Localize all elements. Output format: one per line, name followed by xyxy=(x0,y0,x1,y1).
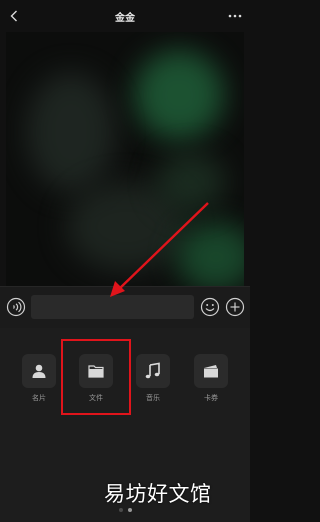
emoji-button[interactable] xyxy=(200,297,220,317)
message-input[interactable] xyxy=(31,295,194,319)
tool-icon-tile xyxy=(136,354,170,388)
tool-label: 音乐 xyxy=(146,395,160,402)
title-bar: 金金 xyxy=(0,0,250,32)
tool-icon-tile xyxy=(22,354,56,388)
emoji-icon xyxy=(200,297,220,317)
chat-area[interactable] xyxy=(6,32,244,286)
watermark-text: 易坊好文馆 xyxy=(104,482,212,506)
blurred-background xyxy=(176,222,244,286)
blurred-background xyxy=(156,152,226,212)
more-button[interactable] xyxy=(226,8,244,24)
page-dot xyxy=(118,508,123,512)
back-button[interactable] xyxy=(6,7,22,25)
input-bar xyxy=(0,286,250,329)
music-note-icon xyxy=(145,362,160,379)
chevron-left-icon xyxy=(10,10,17,22)
voice-icon xyxy=(6,297,26,317)
plus-circle-icon xyxy=(225,297,245,317)
tool-music[interactable]: 音乐 xyxy=(135,354,171,403)
tool-coupon[interactable]: 卡券 xyxy=(193,354,229,403)
add-button[interactable] xyxy=(225,297,245,317)
tool-icon-tile xyxy=(194,354,228,388)
page-indicator xyxy=(0,508,250,514)
page-dot-active xyxy=(127,508,132,512)
tool-contact-card[interactable]: 名片 xyxy=(21,354,57,403)
voice-button[interactable] xyxy=(6,297,26,317)
person-card-icon xyxy=(32,364,46,378)
blurred-background xyxy=(26,72,116,192)
tool-label: 卡券 xyxy=(204,395,218,402)
chat-title: 金金 xyxy=(115,13,135,24)
highlight-box xyxy=(61,339,131,415)
ellipsis-icon xyxy=(228,14,242,18)
coupon-icon xyxy=(204,365,218,378)
tool-label: 名片 xyxy=(32,395,46,402)
blurred-background xyxy=(134,50,224,140)
